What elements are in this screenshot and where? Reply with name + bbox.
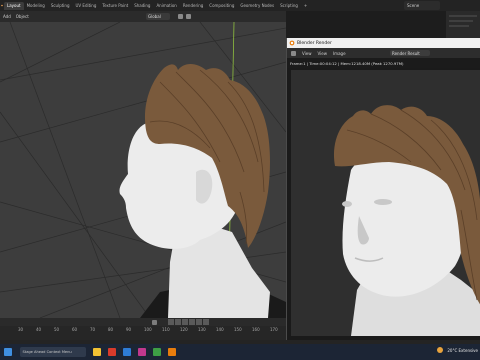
- frame-tick: 80: [108, 327, 114, 332]
- tab-texture-paint[interactable]: Texture Paint: [99, 2, 131, 10]
- frame-tick: 100: [144, 327, 152, 332]
- browser-icon[interactable]: [108, 348, 116, 356]
- scene-selector[interactable]: Scene: [404, 1, 440, 10]
- jump-start-icon[interactable]: [168, 319, 174, 325]
- outliner-panel[interactable]: [446, 11, 480, 38]
- play-icon[interactable]: [189, 319, 195, 325]
- render-stats: Frame:1 | Time:00:04:12 | Mem:1218.40M (…: [287, 58, 480, 68]
- image-editor-header: View View Image: [287, 48, 480, 58]
- frame-tick: 50: [54, 327, 60, 332]
- scene-name: Scene: [407, 3, 420, 8]
- tab-geometry-nodes[interactable]: Geometry Nodes: [237, 2, 277, 10]
- windows-taskbar: Stage Ahead Context Menu: [0, 344, 480, 360]
- menu-object[interactable]: Object: [16, 14, 29, 19]
- frame-tick: 170: [270, 327, 278, 332]
- viewport-header: Add Object: [0, 11, 286, 22]
- tab-animation[interactable]: Animation: [153, 2, 179, 10]
- editor-type-icon[interactable]: [291, 50, 296, 56]
- keyframe-icon[interactable]: [152, 320, 157, 325]
- windows-start-icon[interactable]: [4, 348, 12, 356]
- step-forward-icon[interactable]: [196, 319, 202, 325]
- viewport-header-tools: [178, 14, 191, 19]
- frame-tick: 60: [72, 327, 78, 332]
- edge-icon[interactable]: [123, 348, 131, 356]
- playback-controls: [0, 318, 286, 326]
- transform-orientation-dropdown[interactable]: Global: [146, 13, 170, 20]
- tab-compositing[interactable]: Compositing: [206, 2, 237, 10]
- snap-icon[interactable]: [178, 14, 183, 19]
- tab-shading[interactable]: Shading: [131, 2, 153, 10]
- play-reverse-icon[interactable]: [182, 319, 188, 325]
- tab-modeling[interactable]: Modeling: [24, 2, 48, 10]
- weather-text: 20°C Extensive: [447, 347, 478, 353]
- render-window-title: Blender Render: [297, 40, 332, 46]
- 3d-viewport[interactable]: [0, 22, 286, 318]
- render-slot-dropdown[interactable]: Render Result: [390, 50, 430, 56]
- outliner-row[interactable]: [449, 15, 477, 17]
- system-tray: 20°C Extensive: [437, 347, 478, 353]
- frame-tick: 90: [126, 327, 132, 332]
- frame-tick: 70: [90, 327, 96, 332]
- render-window[interactable]: Blender Render View View Image Render Re…: [286, 38, 480, 340]
- blender-taskbar-icon[interactable]: [168, 348, 176, 356]
- timeline-editor[interactable]: 30 40 50 60 70 80 90 100 110 120 130 140…: [0, 318, 286, 340]
- frame-tick: 150: [234, 327, 242, 332]
- tab-sculpting[interactable]: Sculpting: [48, 2, 73, 10]
- tab-scripting[interactable]: Scripting: [277, 2, 301, 10]
- frame-tick: 140: [216, 327, 224, 332]
- render-result-image[interactable]: [291, 70, 480, 336]
- frame-tick: 130: [198, 327, 206, 332]
- tab-rendering[interactable]: Rendering: [180, 2, 206, 10]
- taskbar-search-text: Stage Ahead Context Menu: [22, 350, 72, 354]
- viewport-scene: [0, 22, 286, 318]
- app-icon[interactable]: [138, 348, 146, 356]
- frame-ruler[interactable]: 30 40 50 60 70 80 90 100 110 120 130 140…: [0, 327, 286, 335]
- file-explorer-icon[interactable]: [93, 348, 101, 356]
- tab-layout[interactable]: Layout: [4, 1, 24, 10]
- proportional-edit-icon[interactable]: [186, 14, 191, 19]
- jump-end-icon[interactable]: [203, 319, 209, 325]
- frame-tick: 40: [36, 327, 42, 332]
- rendered-portrait: [334, 105, 480, 336]
- add-workspace-button[interactable]: +: [301, 2, 310, 10]
- frame-tick: 30: [18, 327, 24, 332]
- menu-add[interactable]: Add: [3, 14, 11, 19]
- render-slot-label: Render Result: [392, 50, 420, 56]
- outliner-row[interactable]: [449, 20, 473, 22]
- frame-tick: 120: [180, 327, 188, 332]
- weather-icon[interactable]: [437, 347, 444, 353]
- blender-logo-icon: [289, 40, 295, 46]
- outliner-row[interactable]: [449, 25, 469, 27]
- store-icon[interactable]: [153, 348, 161, 356]
- taskbar-search-box[interactable]: Stage Ahead Context Menu: [19, 347, 86, 357]
- transform-orientation-label: Global: [148, 14, 161, 19]
- menu-image[interactable]: Image: [333, 51, 346, 56]
- step-back-icon[interactable]: [175, 319, 181, 325]
- frame-tick: 110: [162, 327, 170, 332]
- menu-view-2[interactable]: View: [318, 51, 328, 56]
- frame-tick: 160: [252, 327, 260, 332]
- tab-uv-editing[interactable]: UV Editing: [73, 2, 100, 10]
- menu-view[interactable]: View: [302, 51, 312, 56]
- playback-buttons: [168, 319, 209, 325]
- render-window-titlebar[interactable]: Blender Render: [287, 38, 480, 48]
